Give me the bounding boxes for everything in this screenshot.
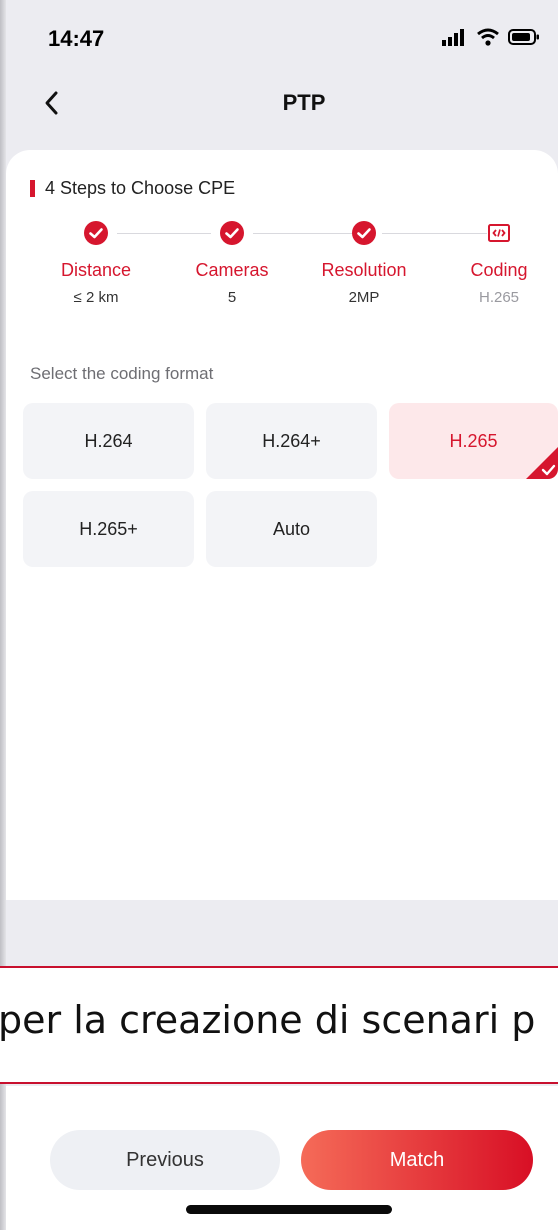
step-value: H.265 (478, 289, 520, 306)
check-circle-icon (84, 221, 108, 245)
cellular-signal-icon (442, 29, 464, 46)
option-h264-plus[interactable]: H.264+ (206, 403, 377, 479)
option-label: H.264+ (262, 430, 321, 451)
section-header: 4 Steps to Choose CPE (30, 178, 235, 199)
option-label: H.265+ (79, 518, 138, 539)
status-icons (442, 28, 540, 46)
step-label: Resolution (321, 260, 407, 280)
option-h265[interactable]: H.265 (389, 403, 558, 479)
format-prompt: Select the coding format (30, 364, 214, 383)
content-card: 4 Steps to Choose CPE Distance ≤ 2 km Ca… (6, 150, 558, 900)
selected-check-icon (526, 447, 558, 479)
step-coding[interactable]: Coding H.265 (439, 220, 558, 306)
stepper: Distance ≤ 2 km Cameras 5 Resolution 2MP (26, 220, 546, 320)
match-button[interactable]: Match (301, 1130, 533, 1190)
option-auto[interactable]: Auto (206, 491, 377, 567)
step-value: 2MP (348, 289, 380, 306)
section-title: 4 Steps to Choose CPE (45, 178, 236, 198)
previous-label: Previous (126, 1148, 204, 1171)
wifi-icon (477, 28, 499, 46)
step-resolution[interactable]: Resolution 2MP (304, 220, 424, 306)
status-bar: 14:47 (6, 0, 558, 80)
step-distance[interactable]: Distance ≤ 2 km (36, 220, 156, 306)
caption-text: per la creazione di scenari p (0, 998, 536, 1042)
section-marker (30, 180, 35, 197)
option-h265-plus[interactable]: H.265+ (23, 491, 194, 567)
option-h264[interactable]: H.264 (23, 403, 194, 479)
step-value: 5 (227, 289, 237, 306)
step-label: Distance (60, 260, 132, 280)
home-indicator[interactable] (186, 1205, 392, 1214)
caption-overlay: per la creazione di scenari p (0, 966, 558, 1084)
check-circle-icon (220, 221, 244, 245)
option-label: Auto (272, 518, 311, 539)
step-cameras[interactable]: Cameras 5 (172, 220, 292, 306)
option-label: H.265 (449, 430, 498, 451)
option-label: H.264 (84, 430, 133, 451)
match-label: Match (389, 1148, 445, 1171)
page-title: PTP (282, 90, 326, 115)
status-time: 14:47 (48, 26, 105, 51)
previous-button[interactable]: Previous (50, 1130, 280, 1190)
nav-bar: PTP (6, 80, 558, 140)
step-value: ≤ 2 km (73, 289, 119, 306)
battery-icon (508, 29, 539, 45)
step-label: Coding (470, 260, 528, 280)
step-label: Cameras (195, 260, 269, 280)
code-icon (488, 224, 510, 242)
check-circle-icon (352, 221, 376, 245)
